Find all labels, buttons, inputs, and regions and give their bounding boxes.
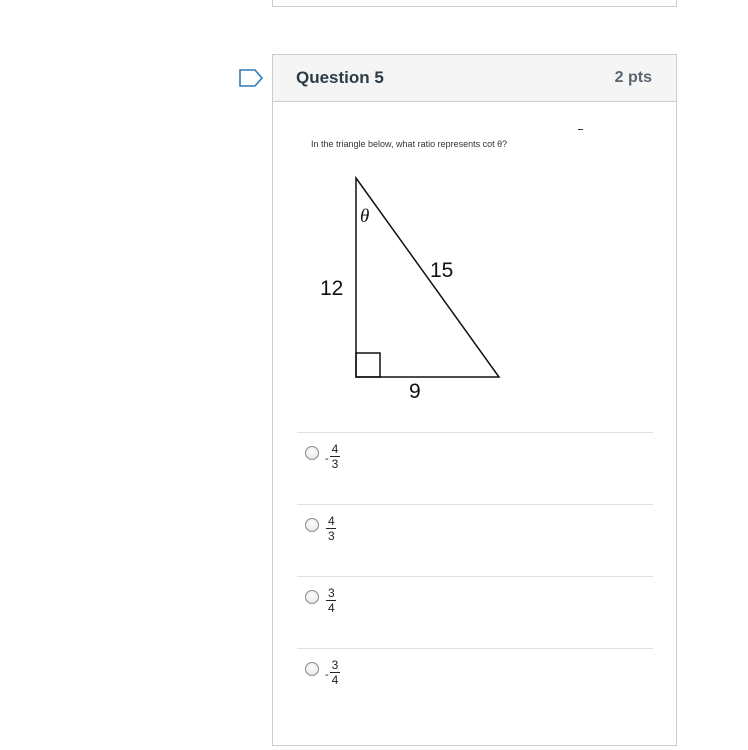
question-prompt: In the triangle below, what ratio repres… xyxy=(311,139,508,149)
answer-option-1[interactable]: - 4 3 xyxy=(297,432,653,504)
triangle-diagram: θ 12 15 9 xyxy=(320,175,501,403)
fraction-sign: - xyxy=(325,668,329,681)
fraction-numerator: 3 xyxy=(328,586,335,600)
fraction-denominator: 4 xyxy=(328,601,335,615)
answer-fraction: 4 3 xyxy=(325,515,337,542)
fraction-numerator: 4 xyxy=(331,442,339,456)
question-points: 2 pts xyxy=(614,69,652,86)
question-card: Question 5 2 pts In the triangle below, … xyxy=(272,54,677,746)
answer-option-3[interactable]: 3 4 xyxy=(297,576,653,648)
answer-fraction: - 4 3 xyxy=(325,442,341,471)
angle-label: θ xyxy=(360,206,369,227)
answer-fraction: 3 4 xyxy=(325,587,337,614)
side-label-bottom: 9 xyxy=(409,380,421,403)
fraction-sign: - xyxy=(325,452,329,465)
fraction-denominator: 3 xyxy=(328,529,335,543)
radio-button[interactable] xyxy=(305,446,319,460)
previous-question-card xyxy=(272,0,677,7)
stray-mark xyxy=(578,129,583,130)
question-title: Question 5 xyxy=(296,68,384,87)
side-label-left: 12 xyxy=(320,277,343,300)
answer-fraction: - 3 4 xyxy=(325,658,341,687)
radio-button[interactable] xyxy=(305,662,319,676)
answer-option-2[interactable]: 4 3 xyxy=(297,504,653,576)
right-angle-marker xyxy=(355,352,381,378)
answer-option-4[interactable]: - 3 4 xyxy=(297,648,653,720)
fraction-numerator: 3 xyxy=(331,658,339,672)
radio-button[interactable] xyxy=(305,590,319,604)
fraction-numerator: 4 xyxy=(328,514,335,528)
fraction-denominator: 3 xyxy=(331,457,339,471)
answer-list: - 4 3 4 3 3 4 - 3 4 xyxy=(297,432,653,720)
fraction-denominator: 4 xyxy=(331,673,339,687)
flag-question-icon[interactable] xyxy=(238,68,264,88)
triangle-shape xyxy=(355,175,501,378)
radio-button[interactable] xyxy=(305,518,319,532)
side-label-hypotenuse: 15 xyxy=(430,259,453,282)
question-header: Question 5 2 pts xyxy=(273,55,676,102)
